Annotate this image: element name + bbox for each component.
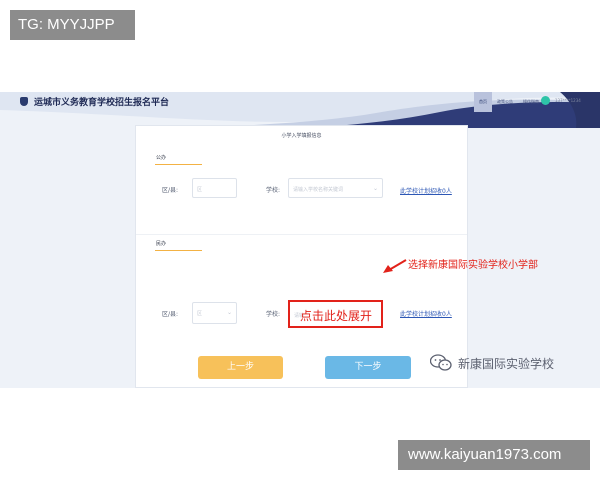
- private-school-select[interactable]: 请输 点击此处展开: [288, 300, 383, 328]
- wechat-watermark-text: 新康国际实验学校: [458, 356, 555, 371]
- private-section-underline: [155, 250, 202, 251]
- public-school-placeholder: 请输入学校名称关键词: [293, 187, 344, 193]
- next-step-button[interactable]: 下一步: [325, 356, 411, 379]
- user-menu[interactable]: 137****1234: [541, 96, 581, 105]
- private-school-quota-link[interactable]: 此学校计划招收0人: [400, 309, 452, 318]
- annotation-arrow-icon: [383, 259, 407, 273]
- private-district-label: 区/县:: [162, 311, 179, 318]
- public-district-select[interactable]: 区: [192, 178, 237, 198]
- public-school-label: 学校:: [266, 187, 281, 194]
- private-section-label: 民办: [156, 241, 167, 247]
- public-district-placeholder: 区: [197, 187, 203, 193]
- public-section-label: 公办: [156, 155, 167, 161]
- public-school-select[interactable]: 请输入学校名称关键词 ⌄: [288, 178, 383, 198]
- public-section-underline: [155, 164, 202, 165]
- watermark-tag-bottom: www.kaiyuan1973.com: [398, 440, 590, 470]
- public-school-quota-link[interactable]: 此学校计划招收0人: [400, 186, 452, 195]
- public-district-label: 区/县:: [162, 187, 179, 194]
- wechat-icon: [429, 354, 452, 372]
- expand-hint: 点击此处展开: [300, 309, 373, 323]
- chevron-down-icon: ⌄: [372, 185, 378, 192]
- nav-home[interactable]: 首页: [474, 92, 492, 112]
- form-title: 小学入学填报信息: [281, 133, 322, 139]
- user-name: 137****1234: [555, 98, 581, 103]
- site-logo-icon: [20, 97, 28, 106]
- chevron-down-icon: ⌄: [226, 309, 232, 316]
- private-district-select[interactable]: 区 ⌄: [192, 302, 237, 324]
- annotation-callout: 选择新康国际实验学校小学部: [408, 260, 538, 271]
- watermark-tag-top: TG: MYYJJPP: [10, 10, 135, 40]
- header-banner: 运城市义务教育学校招生报名平台 首页 政策公告 操作指南 137****1234: [0, 92, 600, 128]
- prev-step-button[interactable]: 上一步: [198, 356, 283, 379]
- user-avatar-icon: [541, 96, 550, 105]
- screenshot-region: 运城市义务教育学校招生报名平台 首页 政策公告 操作指南 137****1234…: [0, 92, 600, 388]
- wechat-watermark: 新康国际实验学校: [429, 354, 555, 372]
- private-district-placeholder: 区: [197, 311, 203, 317]
- page: TG: MYYJJPP 运城市义务教育学校招生报名平台 首页 政策公告 操作指南…: [0, 0, 600, 480]
- top-nav: 首页 政策公告 操作指南: [474, 92, 544, 112]
- section-divider: [136, 234, 467, 235]
- private-school-label: 学校:: [266, 311, 281, 318]
- site-title: 运城市义务教育学校招生报名平台: [34, 98, 170, 108]
- nav-policy[interactable]: 政策公告: [492, 92, 518, 112]
